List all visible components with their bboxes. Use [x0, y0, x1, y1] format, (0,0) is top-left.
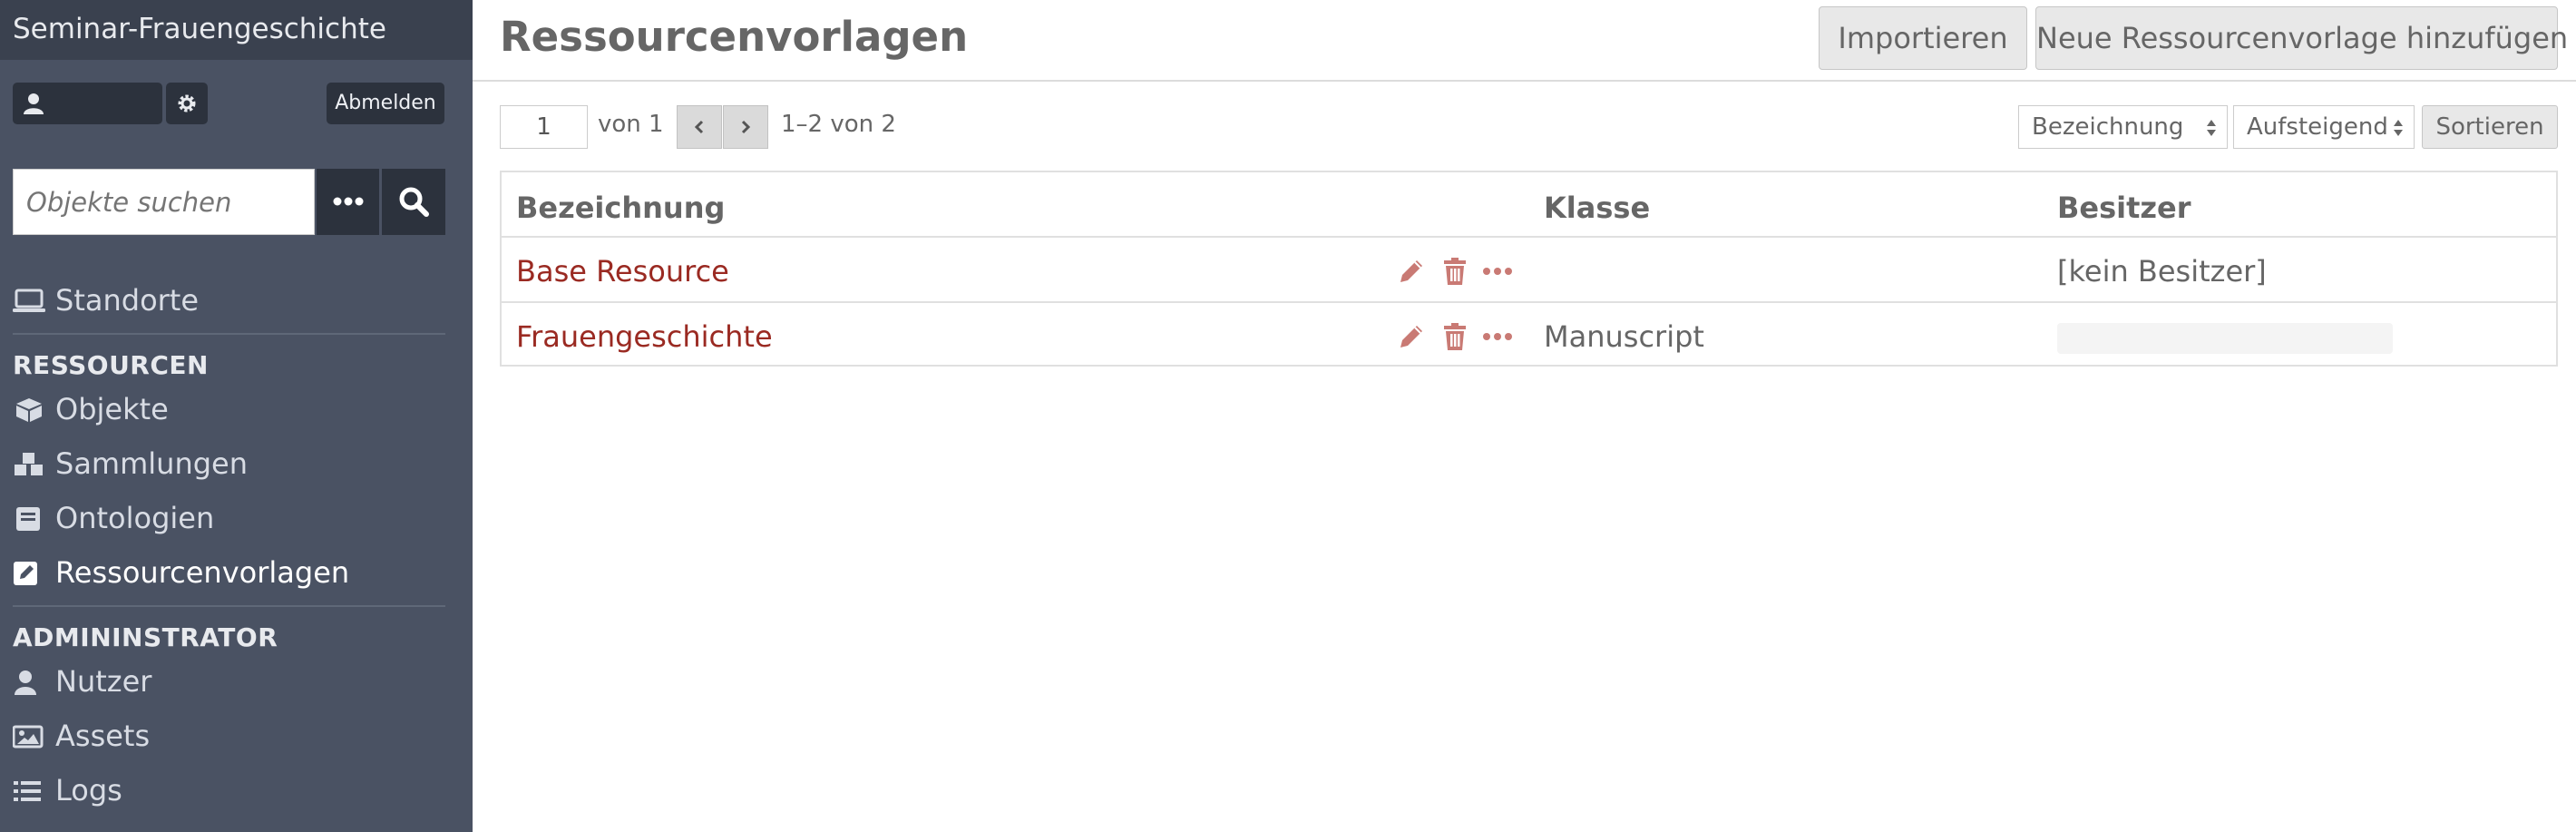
- nav-item-label: Nutzer: [55, 664, 152, 699]
- search-input[interactable]: [13, 169, 315, 235]
- laptop-icon: [13, 289, 45, 312]
- chevron-right-icon: [741, 120, 751, 134]
- nav-item-label: Objekte: [55, 392, 169, 426]
- nav-divider: [13, 333, 445, 335]
- template-link[interactable]: Base Resource: [516, 254, 729, 289]
- resource-templates-table: Bezeichnung Klasse Besitzer Base Resourc…: [500, 171, 2558, 367]
- template-link[interactable]: Frauengeschichte: [516, 319, 773, 354]
- user-icon: [15, 670, 36, 695]
- edit-pencil-icon[interactable]: [1396, 256, 1427, 287]
- cubes-icon: [15, 453, 43, 475]
- redacted-owner-placeholder: [2057, 323, 2393, 354]
- row-divider: [502, 301, 2556, 303]
- nav-item-label: Ressourcenvorlagen: [55, 555, 350, 590]
- sort-order-select[interactable]: Aufsteigend: [2233, 105, 2415, 149]
- nav-item-label: Sammlungen: [55, 446, 248, 481]
- site-title[interactable]: Seminar-Frauengeschichte: [0, 0, 473, 60]
- sort-by-select[interactable]: Bezeichnung: [2018, 105, 2228, 149]
- select-arrows-icon: [2394, 120, 2403, 136]
- add-resource-template-button[interactable]: Neue Ressourcenvorlage hinzufügen: [2035, 6, 2568, 70]
- page-title: Ressourcenvorlagen: [500, 13, 969, 61]
- search-button[interactable]: [382, 169, 445, 235]
- sidebar: Seminar-Frauengeschichte Abmelden Stando…: [0, 0, 473, 832]
- list-icon: [14, 781, 41, 801]
- nav-item-label: Standorte: [55, 283, 200, 318]
- user-icon: [24, 93, 44, 114]
- nav-divider: [13, 605, 445, 607]
- delete-trash-icon[interactable]: [1439, 256, 1470, 287]
- nav-item-label: Ontologien: [55, 501, 215, 535]
- user-settings-button[interactable]: [166, 83, 208, 124]
- previous-page-button[interactable]: [677, 105, 722, 149]
- advanced-search-button[interactable]: [317, 169, 379, 235]
- next-page-button[interactable]: [723, 105, 768, 149]
- logout-button[interactable]: Abmelden: [327, 83, 444, 124]
- more-actions-icon[interactable]: [1482, 321, 1513, 352]
- sort-order-value: Aufsteigend: [2247, 113, 2388, 141]
- template-owner: [kein Besitzer]: [2057, 254, 2267, 289]
- column-header-klasse[interactable]: Klasse: [1544, 191, 1650, 225]
- select-arrows-icon: [2207, 120, 2216, 136]
- page-count-label: von 1: [598, 111, 664, 138]
- nav-item-label: Logs: [55, 773, 122, 808]
- nav-heading-administrator: ADMININSTRATOR: [13, 622, 278, 652]
- nav-item-label: Assets: [55, 719, 151, 753]
- image-icon: [13, 725, 44, 749]
- template-class: Manuscript: [1544, 319, 1704, 354]
- delete-trash-icon[interactable]: [1439, 321, 1470, 352]
- sort-button[interactable]: Sortieren: [2422, 105, 2558, 149]
- search-icon: [399, 187, 429, 217]
- page-number-input[interactable]: [500, 105, 588, 149]
- book-icon: [16, 507, 40, 531]
- user-account-button[interactable]: [13, 83, 162, 124]
- sort-by-value: Bezeichnung: [2032, 113, 2184, 141]
- import-button[interactable]: Importieren: [1819, 6, 2027, 70]
- edit-pencil-icon[interactable]: [1396, 321, 1427, 352]
- more-actions-icon[interactable]: [1482, 256, 1513, 287]
- header-divider: [473, 80, 2576, 82]
- nav-heading-ressourcen: RESSOURCEN: [13, 350, 209, 380]
- gear-icon: [178, 94, 196, 113]
- column-header-bezeichnung[interactable]: Bezeichnung: [516, 191, 725, 225]
- pencil-square-icon: [14, 562, 37, 585]
- cube-icon: [16, 398, 42, 422]
- ellipsis-icon: [333, 197, 364, 206]
- result-range-label: 1–2 von 2: [781, 111, 896, 138]
- row-divider: [502, 236, 2556, 238]
- column-header-besitzer[interactable]: Besitzer: [2057, 191, 2191, 225]
- chevron-left-icon: [694, 120, 704, 134]
